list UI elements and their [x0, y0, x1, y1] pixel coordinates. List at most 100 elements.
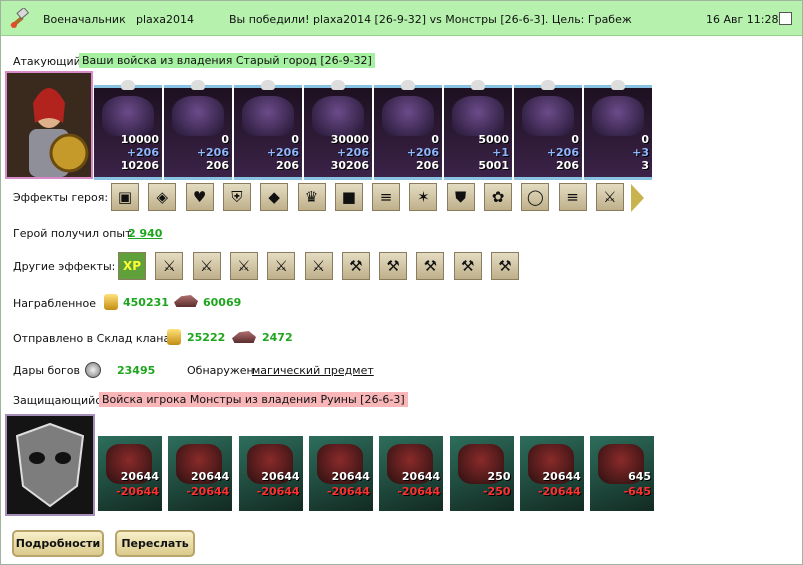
unit-count: 645: [628, 470, 652, 483]
details-button[interactable]: Подробности: [12, 530, 104, 557]
forward-button[interactable]: Переслать: [115, 530, 195, 557]
unit-total: 206: [206, 159, 229, 172]
unit-count: 10000: [120, 133, 159, 146]
xp-icon[interactable]: XP: [118, 252, 146, 280]
attacker-unit[interactable]: 5000 +1 5001: [444, 80, 512, 180]
flower-icon[interactable]: ✿: [484, 183, 512, 211]
unit-count: 20644: [331, 470, 370, 483]
unit-bonus: +3: [632, 146, 649, 159]
battle-datetime: 16 Авг 11:28: [706, 13, 779, 26]
battle-result: Вы победили! plaxa2014 [26-9-32] vs Монс…: [229, 13, 632, 26]
gifts-label: Дары богов: [13, 364, 81, 377]
sword-icon[interactable]: ⚔: [192, 252, 221, 280]
defender-unit[interactable]: 250 -250: [449, 436, 514, 511]
clan-storage-label: Отправлено в Склад клана: [13, 332, 171, 345]
gold-icon: [167, 329, 181, 345]
chest-icon[interactable]: ▣: [111, 183, 139, 211]
defender-portrait[interactable]: [5, 414, 95, 516]
sword-icon[interactable]: ⚔: [229, 252, 258, 280]
sword-icon[interactable]: ⚔: [595, 183, 624, 211]
unit-count: 0: [571, 133, 579, 146]
star-icon[interactable]: ✶: [409, 183, 438, 211]
found-item-link[interactable]: магический предмет: [252, 364, 374, 377]
loot-label: Награбленное: [13, 297, 96, 310]
report-header: Военачальник plaxa2014 Вы победили! plax…: [1, 1, 802, 36]
skull-icon: [541, 80, 555, 90]
demon-mask-icon: [7, 416, 93, 514]
scroll-icon[interactable]: ≡: [372, 183, 401, 211]
crown-icon[interactable]: ♛: [297, 183, 326, 211]
shield-icon[interactable]: ⛨: [222, 183, 251, 211]
attacker-unit[interactable]: 0 +3 3: [584, 80, 652, 180]
unit-count: 20644: [542, 470, 581, 483]
experience-value[interactable]: 2 940: [128, 227, 162, 240]
battle-report-window: Военачальник plaxa2014 Вы победили! plax…: [0, 0, 803, 565]
gift-orb-icon: [85, 362, 101, 378]
unit-count: 0: [431, 133, 439, 146]
unit-count: 20644: [120, 470, 159, 483]
unit-bonus: +1: [492, 146, 509, 159]
defender-unit[interactable]: 20644 -20644: [519, 436, 584, 511]
loot-ore: 60069: [203, 296, 242, 309]
skull-icon: [471, 80, 485, 90]
sword-icon[interactable]: ⚔: [155, 252, 184, 280]
unit-loss: -20644: [537, 485, 581, 498]
defender-unit[interactable]: 20644 -20644: [379, 436, 444, 511]
axe-icon[interactable]: ⚒: [379, 252, 408, 280]
unit-count: 0: [291, 133, 299, 146]
unit-total: 206: [556, 159, 579, 172]
ring-icon[interactable]: ◯: [521, 183, 550, 211]
axe-icon[interactable]: ⚒: [341, 252, 370, 280]
gem-icon[interactable]: ◆: [260, 183, 289, 211]
scroll-icon[interactable]: ≡: [558, 183, 587, 211]
attacker-unit[interactable]: 0 +206 206: [164, 80, 232, 180]
ore-icon: [232, 331, 256, 343]
unit-total: 3: [641, 159, 649, 172]
defender-unit[interactable]: 20644 -20644: [98, 436, 162, 511]
unit-image: [172, 96, 224, 136]
unit-image: [312, 96, 364, 136]
attacker-unit[interactable]: 0 +206 206: [234, 80, 302, 180]
armor-icon[interactable]: ⛊: [446, 183, 475, 211]
unit-bonus: +206: [336, 146, 369, 159]
unit-image: [592, 96, 644, 136]
unit-image: [522, 96, 574, 136]
heart-icon[interactable]: ♥: [185, 183, 214, 211]
attacker-unit[interactable]: 30000 +206 30206: [304, 80, 372, 180]
scroll-right-arrow-icon[interactable]: [631, 184, 644, 212]
defender-unit[interactable]: 20644 -20644: [168, 436, 233, 511]
defender-info: Войска игрока Монстры из владения Руины …: [99, 392, 408, 407]
ore-icon: [174, 295, 198, 307]
skull-icon: [331, 80, 345, 90]
hero-avatar-icon: [7, 73, 91, 177]
defender-unit[interactable]: 20644 -20644: [238, 436, 303, 511]
unit-count: 5000: [478, 133, 509, 146]
defender-label: Защищающийся: [13, 394, 108, 407]
clan-gold: 25222: [187, 331, 226, 344]
unit-count: 30000: [330, 133, 369, 146]
loot-gold: 450231: [123, 296, 169, 309]
unit-image: [452, 96, 504, 136]
sword-icon[interactable]: ⚔: [267, 252, 296, 280]
hero-portrait[interactable]: [5, 71, 93, 179]
attacker-label: Атакующий: [13, 55, 81, 68]
axe-icon[interactable]: ⚒: [416, 252, 445, 280]
defender-unit[interactable]: 20644 -20644: [308, 436, 373, 511]
unit-loss: -20644: [256, 485, 300, 498]
experience-label: Герой получил опыт:: [13, 227, 136, 240]
unit-loss: -250: [482, 485, 511, 498]
treasure-icon[interactable]: ◈: [148, 183, 177, 211]
unit-total: 5001: [478, 159, 509, 172]
axe-icon[interactable]: ⚒: [491, 252, 519, 280]
attacker-unit[interactable]: 10000 +206 10206: [94, 80, 162, 180]
defender-unit[interactable]: 645 -645: [590, 436, 655, 511]
attacker-unit[interactable]: 0 +206 206: [374, 80, 442, 180]
select-checkbox[interactable]: [779, 12, 792, 25]
sword-icon[interactable]: ⚔: [304, 252, 333, 280]
attacker-unit[interactable]: 0 +206 206: [514, 80, 582, 180]
unit-total: 206: [276, 159, 299, 172]
unit-image: [102, 96, 154, 136]
cube-icon[interactable]: ■: [334, 183, 363, 211]
axe-icon[interactable]: ⚒: [453, 252, 482, 280]
unit-bonus: +206: [196, 146, 229, 159]
